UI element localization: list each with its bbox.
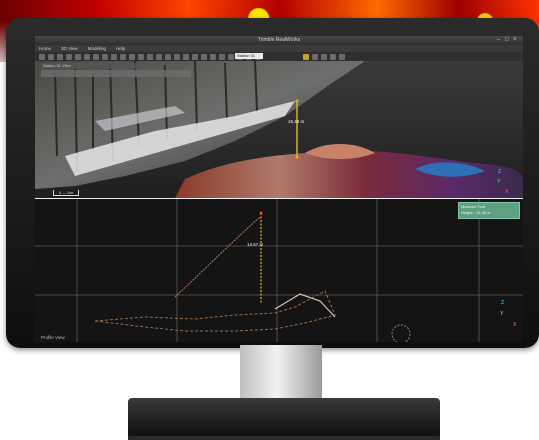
camera-icon[interactable] bbox=[219, 53, 225, 60]
mesh-icon[interactable] bbox=[192, 53, 198, 60]
select-icon[interactable] bbox=[75, 53, 81, 60]
info-panel-value: Height : 15.48 m bbox=[461, 210, 491, 215]
info-panel-title: Measure Tool bbox=[461, 204, 485, 209]
monitor: Trimble RealWorks – □ × Home 3D View Mod… bbox=[6, 18, 539, 348]
point-cloud-3d bbox=[35, 61, 523, 198]
monitor-stand-neck bbox=[240, 345, 322, 405]
filter-icon[interactable] bbox=[210, 53, 216, 60]
redo-icon[interactable] bbox=[66, 53, 72, 60]
info-icon[interactable] bbox=[339, 53, 345, 60]
viewport-2d[interactable]: Measure Tool Height : 15.48 m 14.57 m Pr… bbox=[35, 199, 523, 342]
segment-icon[interactable] bbox=[156, 53, 162, 60]
title-bar: Trimble RealWorks – □ × bbox=[35, 36, 523, 45]
viewport-3d[interactable]: Station 01 View 15.48 m 0 — 5m X Y Z bbox=[35, 61, 523, 198]
profile-grid bbox=[35, 199, 523, 342]
menu-bar: Home 3D View Modeling Help bbox=[35, 45, 523, 52]
station-select[interactable]: Station 01 bbox=[235, 53, 263, 59]
fit-view-icon[interactable] bbox=[111, 53, 117, 60]
scale-bar: 0 — 5m bbox=[53, 190, 79, 196]
zoom-icon[interactable] bbox=[93, 53, 99, 60]
profile-view-label: Profile View bbox=[41, 335, 65, 340]
color-icon[interactable] bbox=[201, 53, 207, 60]
save-icon[interactable] bbox=[48, 53, 54, 60]
monitor-stand-rim bbox=[128, 436, 440, 440]
axis-x-label-2d: X bbox=[513, 322, 517, 328]
highlight-tool-icon[interactable] bbox=[303, 53, 309, 60]
menu-item-help[interactable]: Help bbox=[116, 45, 125, 52]
window-title: Trimble RealWorks bbox=[257, 37, 301, 43]
axis-x-label: X bbox=[505, 189, 509, 195]
toolbar bbox=[35, 52, 523, 61]
side-view-icon[interactable] bbox=[138, 53, 144, 60]
viewport-panel-label: Station 01 View bbox=[41, 63, 141, 69]
snap-icon[interactable] bbox=[312, 53, 318, 60]
maximize-button[interactable]: □ bbox=[505, 37, 509, 44]
grid-icon[interactable] bbox=[228, 53, 234, 60]
close-button[interactable]: × bbox=[513, 37, 517, 44]
measure-icon[interactable] bbox=[147, 53, 153, 60]
menu-item-home[interactable]: Home bbox=[39, 45, 51, 52]
rotate-icon[interactable] bbox=[102, 53, 108, 60]
height-measure-label: 15.48 m bbox=[288, 119, 305, 124]
measure-info-panel[interactable]: Measure Tool Height : 15.48 m bbox=[458, 202, 520, 219]
monitor-stand-base bbox=[128, 398, 440, 438]
viewport-tool-strip[interactable] bbox=[41, 70, 191, 77]
axis-z-label-2d: Z bbox=[501, 300, 505, 306]
menu-item-3d-view[interactable]: 3D View bbox=[61, 45, 78, 52]
open-icon[interactable] bbox=[39, 53, 45, 60]
register-icon[interactable] bbox=[330, 53, 336, 60]
minimize-button[interactable]: – bbox=[497, 37, 500, 44]
target-icon[interactable] bbox=[321, 53, 327, 60]
screen: Trimble RealWorks – □ × Home 3D View Mod… bbox=[35, 36, 523, 342]
top-view-icon[interactable] bbox=[120, 53, 126, 60]
axis-y-label: Y bbox=[497, 179, 501, 185]
front-view-icon[interactable] bbox=[129, 53, 135, 60]
menu-item-modeling[interactable]: Modeling bbox=[88, 45, 106, 52]
axis-y-label-2d: Y bbox=[500, 311, 504, 317]
undo-icon[interactable] bbox=[57, 53, 63, 60]
profile-height-label: 14.57 m bbox=[247, 242, 264, 247]
section-icon[interactable] bbox=[165, 53, 171, 60]
axis-z-label: Z bbox=[498, 169, 502, 175]
cloud-icon[interactable] bbox=[183, 53, 189, 60]
pan-icon[interactable] bbox=[84, 53, 90, 60]
layers-icon[interactable] bbox=[174, 53, 180, 60]
